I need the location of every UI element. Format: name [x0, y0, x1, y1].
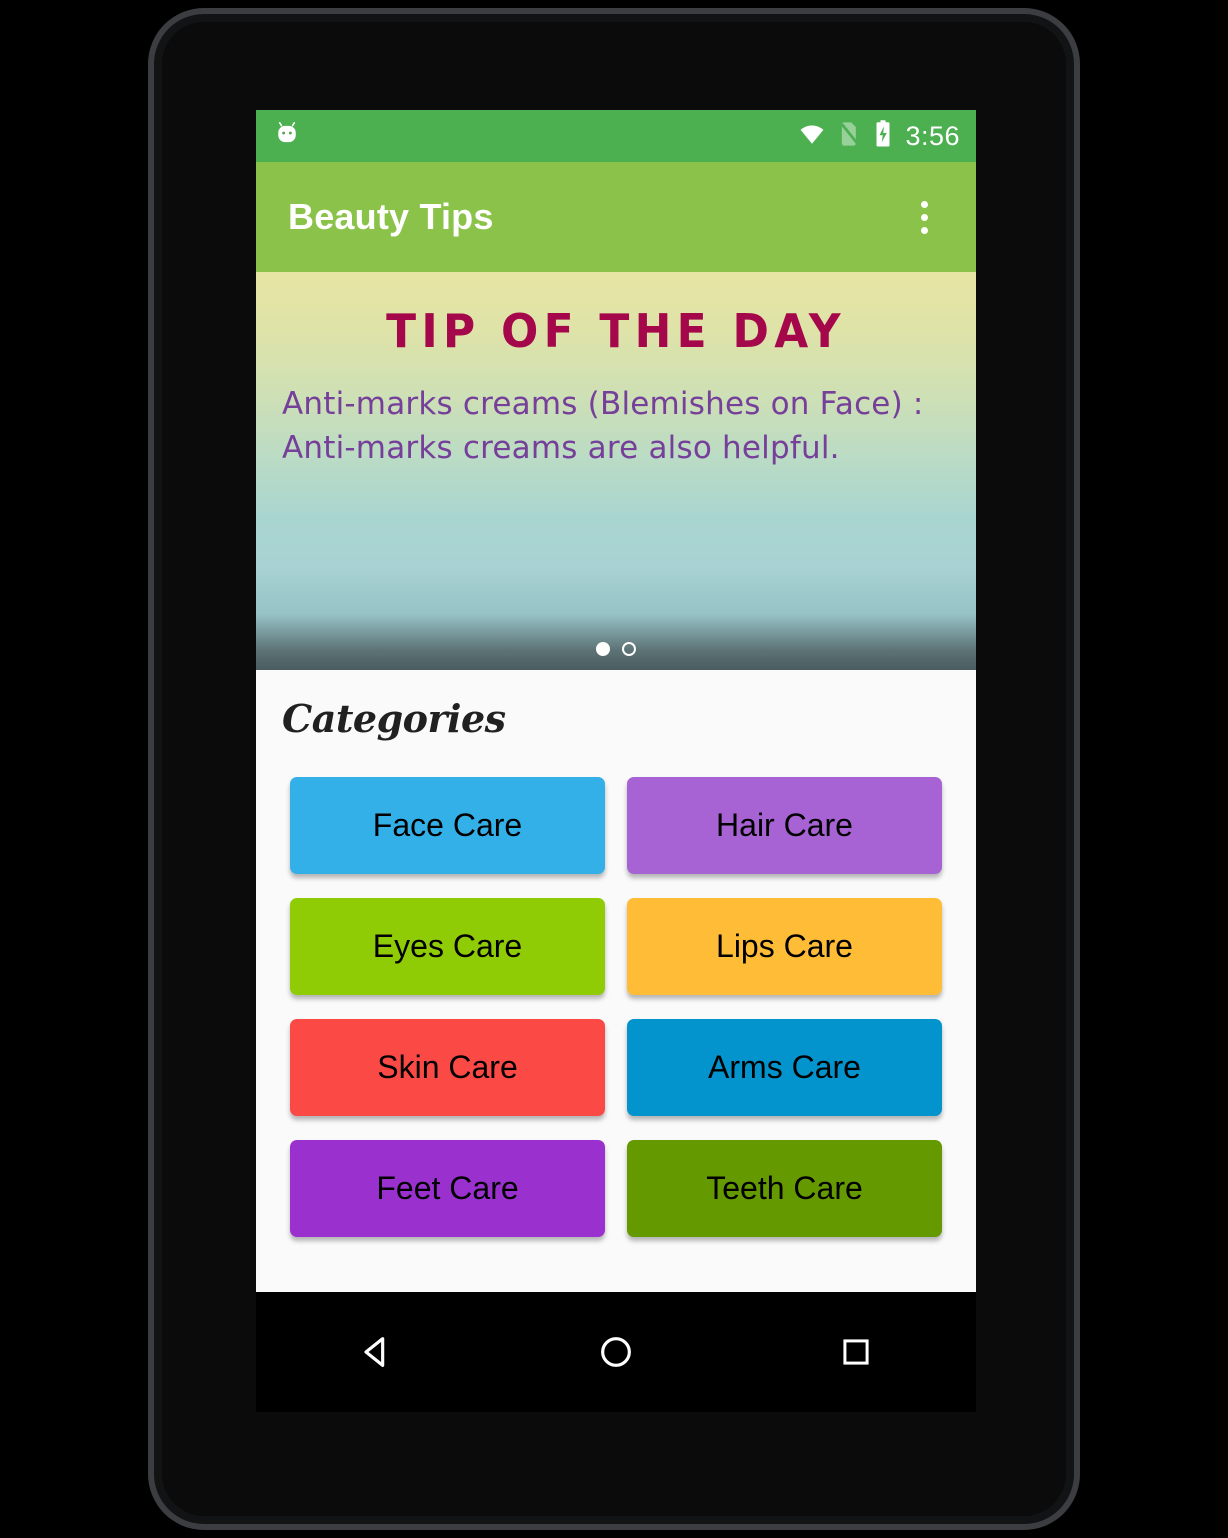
category-grid: Face Care Hair Care Eyes Care Lips Care …	[256, 741, 976, 1237]
status-bar-left	[272, 119, 302, 154]
category-button-lips-care[interactable]: Lips Care	[627, 898, 942, 995]
back-icon[interactable]	[321, 1312, 431, 1392]
category-label: Feet Care	[376, 1170, 519, 1206]
tip-title: TIP OF THE DAY	[386, 304, 846, 358]
more-vert-dot	[920, 226, 928, 234]
category-label: Face Care	[372, 807, 523, 843]
more-vert-dot	[920, 213, 928, 221]
device-screen: 3:56 Beauty Tips TIP OF THE DAY Anti-mar…	[256, 110, 976, 1292]
category-button-feet-care[interactable]: Feet Care	[290, 1140, 605, 1237]
battery-charging-icon	[873, 119, 893, 154]
recents-icon[interactable]	[801, 1312, 911, 1392]
categories-section: Categories Face Care Hair Care Eyes Care…	[256, 670, 976, 1292]
page-dot-active[interactable]	[596, 642, 610, 656]
page-dot-inactive[interactable]	[622, 642, 636, 656]
android-head-icon	[272, 119, 302, 154]
categories-heading: Categories	[282, 696, 506, 741]
category-label: Lips Care	[716, 928, 853, 964]
category-label: Eyes Care	[372, 928, 523, 964]
no-sim-icon	[839, 120, 861, 153]
app-bar: Beauty Tips	[256, 162, 976, 272]
category-button-skin-care[interactable]: Skin Care	[290, 1019, 605, 1116]
status-bar-clock: 3:56	[905, 120, 960, 151]
more-vert-dot	[920, 200, 928, 208]
status-bar-right: 3:56	[797, 119, 960, 154]
wifi-icon	[797, 121, 827, 152]
category-button-eyes-care[interactable]: Eyes Care	[290, 898, 605, 995]
more-vert-icon[interactable]	[902, 189, 946, 245]
tip-text: Anti-marks creams (Blemishes on Face) : …	[282, 386, 924, 467]
page-title: Beauty Tips	[288, 196, 494, 237]
category-button-teeth-care[interactable]: Teeth Care	[627, 1140, 942, 1237]
page-indicator	[256, 642, 976, 656]
category-label: Teeth Care	[706, 1170, 863, 1206]
android-nav-bar	[256, 1292, 976, 1412]
status-bar: 3:56	[256, 110, 976, 162]
category-button-face-care[interactable]: Face Care	[290, 777, 605, 874]
category-label: Skin Care	[377, 1049, 518, 1085]
category-button-arms-care[interactable]: Arms Care	[627, 1019, 942, 1116]
category-label: Hair Care	[716, 807, 853, 843]
category-button-hair-care[interactable]: Hair Care	[627, 777, 942, 874]
tip-of-the-day-banner[interactable]: TIP OF THE DAY Anti-marks creams (Blemis…	[256, 272, 976, 670]
home-icon[interactable]	[561, 1312, 671, 1392]
category-label: Arms Care	[708, 1049, 861, 1085]
